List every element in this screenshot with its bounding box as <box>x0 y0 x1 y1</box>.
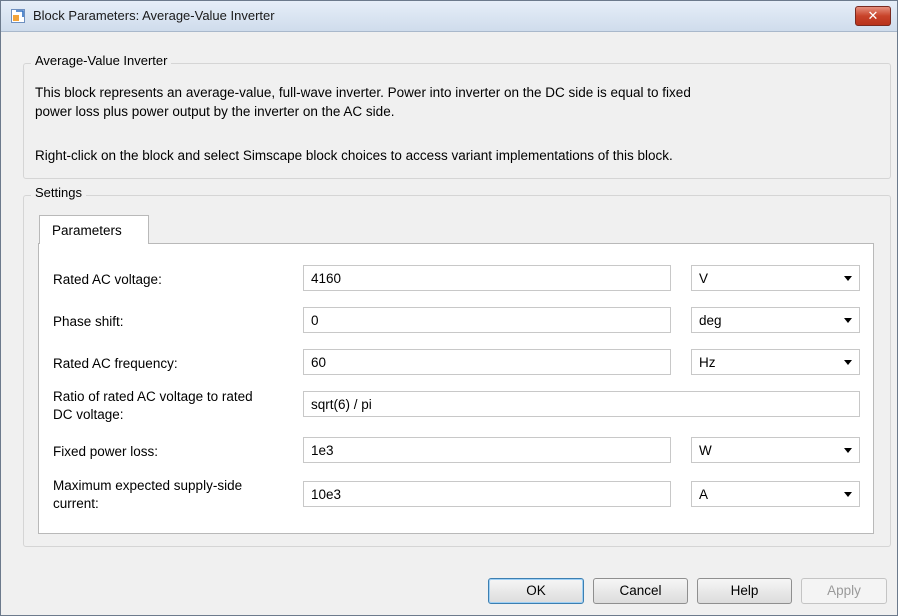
tab-parameters-label: Parameters <box>52 223 122 238</box>
ok-button[interactable]: OK <box>488 578 584 604</box>
tab-parameters[interactable]: Parameters <box>39 215 149 244</box>
max-supply-current-label-line-1: Maximum expected supply-side <box>53 478 243 493</box>
rated-ac-frequency-label: Rated AC frequency: <box>53 356 178 371</box>
description-group-title: Average-Value Inverter <box>31 53 172 68</box>
cancel-button[interactable]: Cancel <box>593 578 688 604</box>
settings-group-title: Settings <box>31 185 86 200</box>
phase-shift-unit-value: deg <box>699 313 722 328</box>
max-supply-current-unit-select[interactable]: A <box>691 481 860 507</box>
fixed-power-loss-label: Fixed power loss: <box>53 444 159 459</box>
max-supply-current-label-line-2: current: <box>53 496 99 511</box>
rated-ac-voltage-label: Rated AC voltage: <box>53 272 162 287</box>
voltage-ratio-label-line-2: DC voltage: <box>53 407 124 422</box>
rated-ac-frequency-unit-value: Hz <box>699 355 716 370</box>
close-icon: ✕ <box>867 8 879 23</box>
voltage-ratio-input[interactable]: sqrt(6) / pi <box>303 391 860 417</box>
max-supply-current-input[interactable]: 10e3 <box>303 481 671 507</box>
help-button[interactable]: Help <box>697 578 792 604</box>
rated-ac-frequency-unit-select[interactable]: Hz <box>691 349 860 375</box>
apply-button[interactable]: Apply <box>801 578 887 604</box>
close-button[interactable]: ✕ <box>855 6 891 26</box>
rated-ac-voltage-unit-value: V <box>699 271 709 286</box>
chevron-down-icon <box>844 448 852 453</box>
dialog-window: Block Parameters: Average-Value Inverter… <box>0 0 898 616</box>
rated-ac-frequency-input[interactable]: 60 <box>303 349 671 375</box>
chevron-down-icon <box>844 318 852 323</box>
phase-shift-label: Phase shift: <box>53 314 124 329</box>
fixed-power-loss-input[interactable]: 1e3 <box>303 437 671 463</box>
fixed-power-loss-unit-select[interactable]: W <box>691 437 860 463</box>
title-bar[interactable]: Block Parameters: Average-Value Inverter… <box>1 1 897 32</box>
chevron-down-icon <box>844 492 852 497</box>
window-title: Block Parameters: Average-Value Inverter <box>33 8 275 23</box>
description-line-1: This block represents an average-value, … <box>35 85 691 100</box>
max-supply-current-unit-value: A <box>699 487 709 502</box>
chevron-down-icon <box>844 360 852 365</box>
voltage-ratio-label-line-1: Ratio of rated AC voltage to rated <box>53 389 253 404</box>
description-line-2: power loss plus power output by the inve… <box>35 104 395 119</box>
rated-ac-voltage-unit-select[interactable]: V <box>691 265 860 291</box>
description-line-3: Right-click on the block and select Sims… <box>35 148 673 163</box>
phase-shift-unit-select[interactable]: deg <box>691 307 860 333</box>
rated-ac-voltage-input[interactable]: 4160 <box>303 265 671 291</box>
fixed-power-loss-unit-value: W <box>699 443 712 458</box>
simulink-block-icon <box>11 9 25 23</box>
chevron-down-icon <box>844 276 852 281</box>
phase-shift-input[interactable]: 0 <box>303 307 671 333</box>
